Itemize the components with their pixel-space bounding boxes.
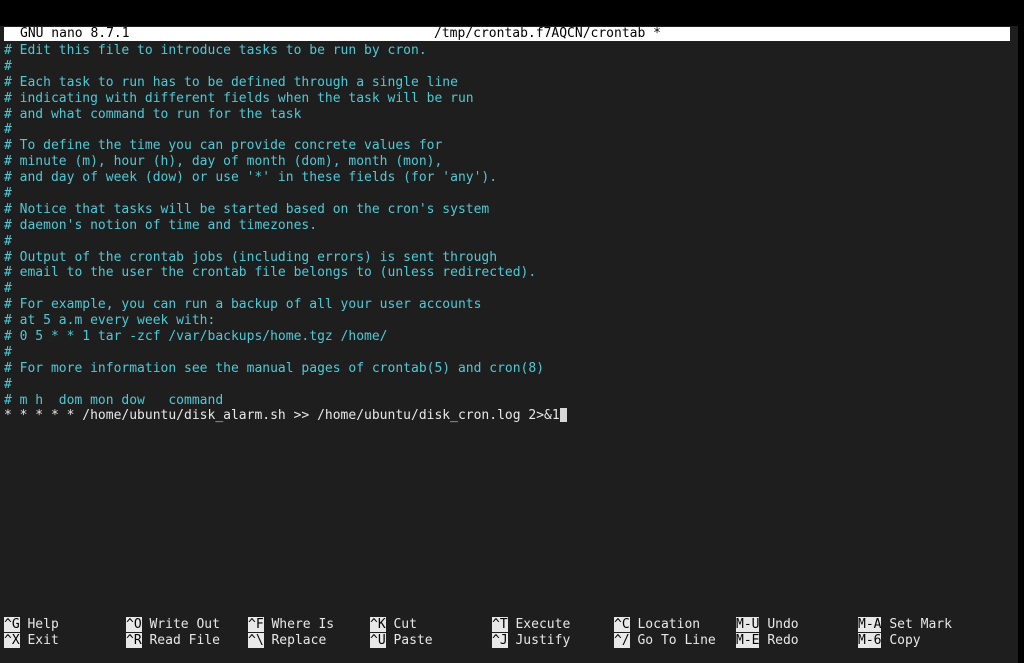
- shortcut-key: ^U: [370, 633, 386, 648]
- shortcut-label: Help: [27, 617, 59, 632]
- shortcut-label: Exit: [27, 633, 59, 648]
- shortcut-label: Write Out: [149, 617, 220, 632]
- shortcut-paste[interactable]: ^U Paste: [370, 633, 433, 649]
- terminal-right-band: [1018, 26, 1024, 663]
- shortcut-location[interactable]: ^C Location: [614, 617, 700, 633]
- shortcut-label: Cut: [393, 617, 417, 632]
- shortcut-label: Undo: [767, 617, 799, 632]
- comment-line[interactable]: # For more information see the manual pa…: [4, 361, 1014, 377]
- comment-line[interactable]: #: [4, 59, 1014, 75]
- shortcut-label: Go To Line: [637, 633, 716, 648]
- shortcut-exit[interactable]: ^X Exit: [4, 633, 59, 649]
- shortcut-key: M-6: [858, 633, 882, 648]
- shortcut-go-to-line[interactable]: ^/ Go To Line: [614, 633, 716, 649]
- shortcut-label: Where Is: [271, 617, 335, 632]
- shortcut-set-mark[interactable]: M-A Set Mark: [858, 617, 952, 633]
- shortcut-label: Replace: [271, 633, 327, 648]
- comment-line[interactable]: # Edit this file to introduce tasks to b…: [4, 43, 1014, 59]
- shortcut-key: M-U: [736, 617, 760, 632]
- shortcut-label: Execute: [515, 617, 571, 632]
- shortcut-key: ^F: [248, 617, 264, 632]
- comment-line[interactable]: #: [4, 377, 1014, 393]
- comment-line[interactable]: # indicating with different fields when …: [4, 91, 1014, 107]
- terminal-top-band: [0, 0, 1024, 26]
- comment-line[interactable]: # email to the user the crontab file bel…: [4, 265, 1014, 281]
- editor-buffer[interactable]: # Edit this file to introduce tasks to b…: [4, 43, 1014, 603]
- shortcut-where-is[interactable]: ^F Where Is: [248, 617, 334, 633]
- cron-entry-text[interactable]: * * * * * /home/ubuntu/disk_alarm.sh >> …: [4, 408, 560, 423]
- comment-line[interactable]: # For example, you can run a backup of a…: [4, 297, 1014, 313]
- comment-line[interactable]: #: [4, 234, 1014, 250]
- comment-line[interactable]: # daemon's notion of time and timezones.: [4, 218, 1014, 234]
- text-cursor: [559, 408, 567, 423]
- terminal-window: GNU nano 8.7.1 /tmp/crontab.f7AQCN/cront…: [0, 0, 1024, 663]
- shortcut-copy[interactable]: M-6 Copy: [858, 633, 921, 649]
- comment-line[interactable]: #: [4, 186, 1014, 202]
- shortcut-bar: ^G Help ^X Exit ^O Write Out ^R Read Fil…: [4, 617, 1020, 649]
- nano-title-bar: GNU nano 8.7.1 /tmp/crontab.f7AQCN/cront…: [4, 27, 1010, 41]
- shortcut-key: ^J: [492, 633, 508, 648]
- comment-line[interactable]: # Output of the crontab jobs (including …: [4, 250, 1014, 266]
- comment-line[interactable]: #: [4, 281, 1014, 297]
- shortcut-key: ^X: [4, 633, 20, 648]
- shortcut-label: Location: [637, 617, 701, 632]
- comment-line[interactable]: # at 5 a.m every week with:: [4, 313, 1014, 329]
- shortcut-key: M-A: [858, 617, 882, 632]
- shortcut-key: ^T: [492, 617, 508, 632]
- shortcut-execute[interactable]: ^T Execute: [492, 617, 570, 633]
- comment-line[interactable]: # Notice that tasks will be started base…: [4, 202, 1014, 218]
- shortcut-label: Justify: [515, 633, 571, 648]
- shortcut-label: Set Mark: [889, 617, 952, 632]
- shortcut-redo[interactable]: M-E Redo: [736, 633, 799, 649]
- shortcut-key: ^O: [126, 617, 142, 632]
- shortcut-label: Redo: [767, 633, 799, 648]
- shortcut-label: Copy: [889, 633, 921, 648]
- shortcut-read-file[interactable]: ^R Read File: [126, 633, 220, 649]
- cron-entry-line[interactable]: * * * * * /home/ubuntu/disk_alarm.sh >> …: [4, 408, 1014, 424]
- shortcut-key: ^/: [614, 633, 630, 648]
- shortcut-label: Paste: [393, 633, 433, 648]
- shortcut-key: M-E: [736, 633, 760, 648]
- comment-line[interactable]: #: [4, 345, 1014, 361]
- shortcut-cut[interactable]: ^K Cut: [370, 617, 417, 633]
- shortcut-undo[interactable]: M-U Undo: [736, 617, 799, 633]
- shortcut-help[interactable]: ^G Help: [4, 617, 59, 633]
- shortcut-key: ^K: [370, 617, 386, 632]
- comment-line[interactable]: # 0 5 * * 1 tar -zcf /var/backups/home.t…: [4, 329, 1014, 345]
- comment-line[interactable]: # minute (m), hour (h), day of month (do…: [4, 154, 1014, 170]
- comment-line[interactable]: # and day of week (dow) or use '*' in th…: [4, 170, 1014, 186]
- comment-line[interactable]: # and what command to run for the task: [4, 107, 1014, 123]
- shortcut-write-out[interactable]: ^O Write Out: [126, 617, 220, 633]
- shortcut-key: ^R: [126, 633, 142, 648]
- comment-line[interactable]: # Each task to run has to be defined thr…: [4, 75, 1014, 91]
- shortcut-justify[interactable]: ^J Justify: [492, 633, 570, 649]
- comment-line[interactable]: #: [4, 122, 1014, 138]
- file-name: /tmp/crontab.f7AQCN/crontab *: [434, 26, 661, 41]
- shortcut-replace[interactable]: ^\ Replace: [248, 633, 326, 649]
- comment-line[interactable]: # To define the time you can provide con…: [4, 138, 1014, 154]
- comment-line[interactable]: # m h dom mon dow command: [4, 393, 1014, 409]
- shortcut-key: ^C: [614, 617, 630, 632]
- shortcut-key: ^\: [248, 633, 264, 648]
- shortcut-key: ^G: [4, 617, 20, 632]
- shortcut-label: Read File: [149, 633, 220, 648]
- nano-version: GNU nano 8.7.1: [20, 26, 130, 41]
